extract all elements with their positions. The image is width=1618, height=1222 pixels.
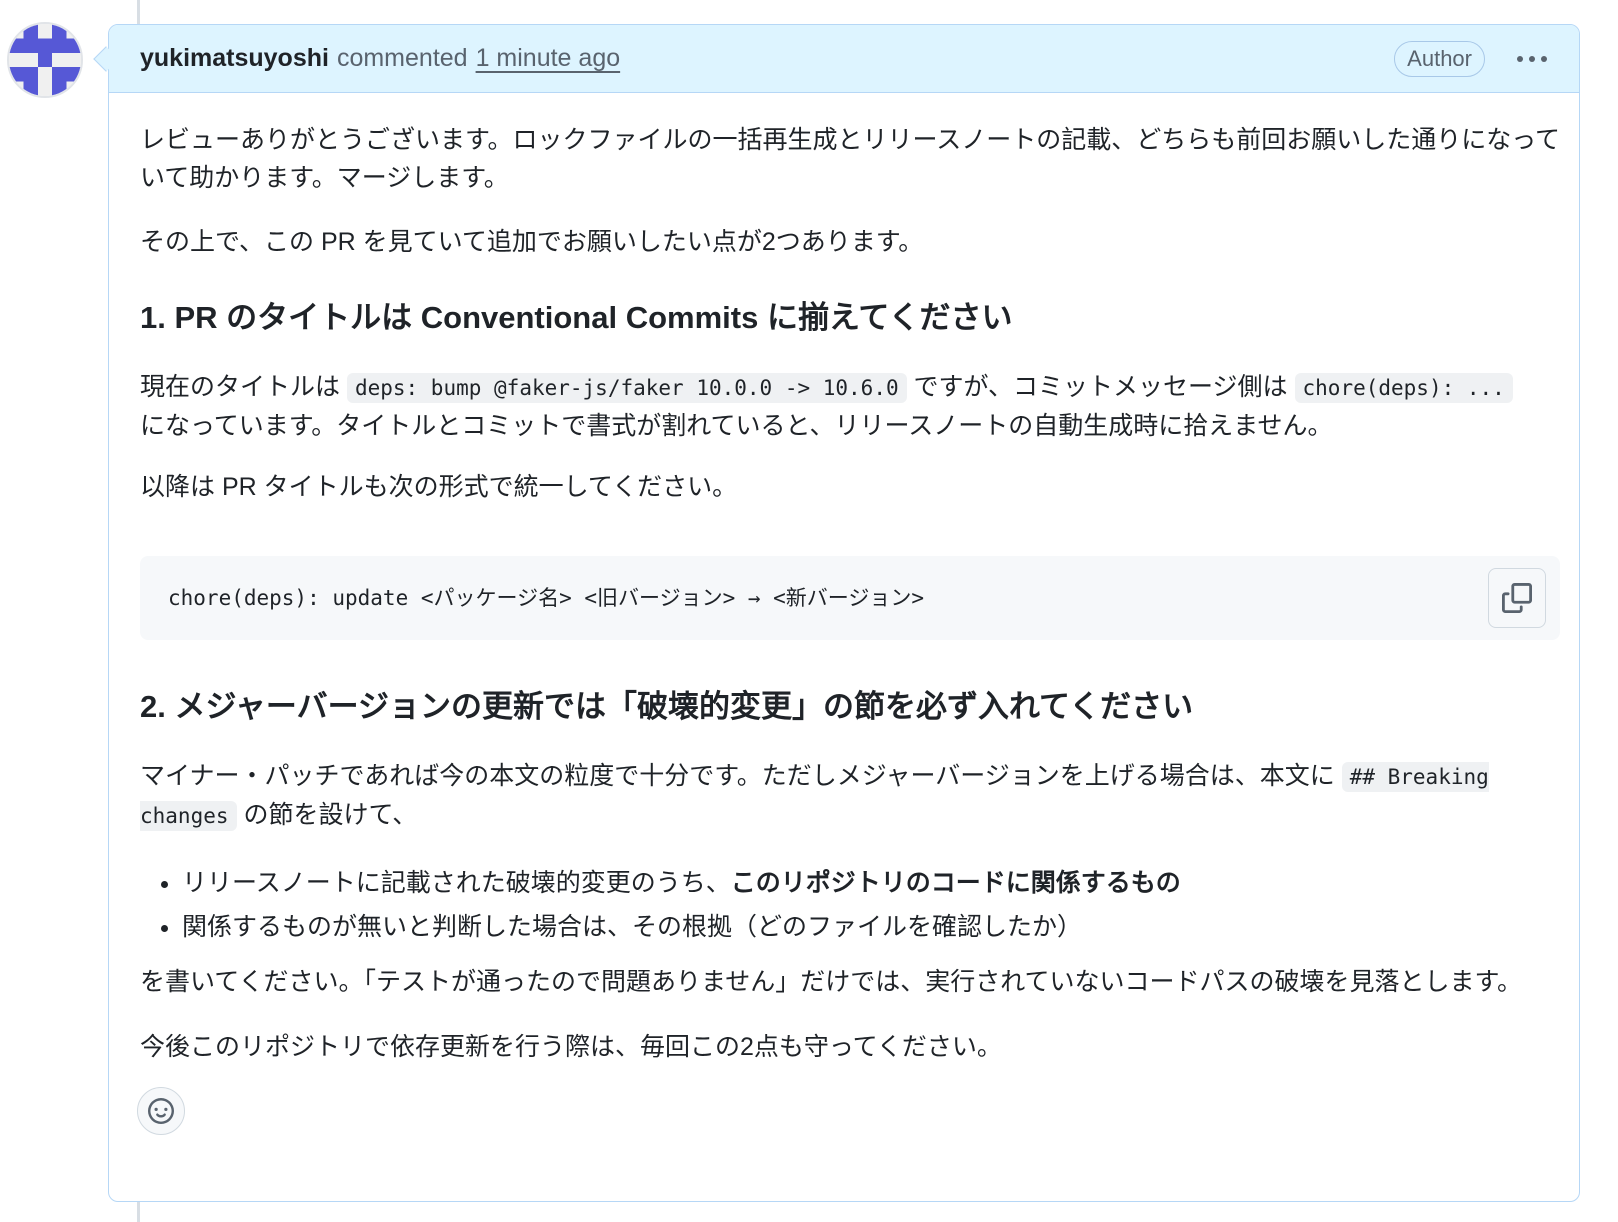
comment-action: commented	[336, 44, 468, 72]
comment-box: yukimatsuyoshi commented 1 minute ago Au…	[108, 24, 1580, 1202]
comment-header: yukimatsuyoshi commented 1 minute ago Au…	[109, 25, 1579, 93]
code-block: chore(deps): update <パッケージ名> <旧バージョン> → …	[140, 556, 1560, 640]
text-span: ですが、コミットメッセージ側は	[906, 373, 1295, 401]
copy-button[interactable]	[1488, 568, 1546, 628]
author-badge: Author	[1394, 40, 1485, 77]
identicon-icon	[9, 24, 81, 96]
paragraph: レビューありがとうございます。ロックファイルの一括再生成とリリースノートの記載、…	[140, 126, 1561, 192]
text-span: になっています。タイトルとコミットで書式が割れていると、リリースノートの自動生成…	[140, 412, 1333, 440]
heading-2: 2. メジャーバージョンの更新では「破壊的変更」の節を必ず入れてください	[140, 689, 1194, 724]
add-reaction-button[interactable]	[137, 1087, 185, 1135]
inline-code: chore(deps): ...	[1294, 373, 1513, 403]
list-item: 関係するものが無いと判断した場合は、その根拠（どのファイルを確認したか）	[182, 905, 1181, 949]
paragraph: その上で、この PR を見ていて追加でお願いしたい点が2つあります。	[140, 228, 924, 256]
paragraph: マイナー・パッチであれば今の本文の粒度で十分です。ただしメジャーバージョンを上げ…	[140, 757, 1560, 835]
text-span: マイナー・パッチであれば今の本文の粒度で十分です。ただしメジャーバージョンを上げ…	[140, 762, 1342, 790]
paragraph: を書いてください。「テストが通ったので問題ありません」だけでは、実行されていない…	[140, 968, 1523, 996]
text-span: の節を設けて、	[236, 801, 418, 829]
paragraph: 今後このリポジトリで依存更新を行う際は、毎回この2点も守ってください。	[140, 1033, 1002, 1061]
author-name[interactable]: yukimatsuyoshi	[140, 44, 329, 73]
paragraph: 現在のタイトルは deps: bump @faker-js/faker 10.0…	[140, 368, 1560, 445]
bullet-list: リリースノートに記載された破壊的変更のうち、このリポジトリのコードに関係するもの…	[140, 861, 1181, 949]
paragraph: 以降は PR タイトルも次の形式で統一してください。	[140, 473, 738, 501]
list-item: リリースノートに記載された破壊的変更のうち、このリポジトリのコードに関係するもの	[182, 861, 1181, 905]
smiley-icon	[148, 1098, 174, 1124]
inline-code: deps: bump @faker-js/faker 10.0.0 -> 10.…	[346, 373, 907, 403]
bold-text: このリポジトリのコードに関係するもの	[730, 869, 1181, 897]
heading-1: 1. PR のタイトルは Conventional Commits に揃えてくだ…	[140, 300, 1013, 335]
text-span: 現在のタイトルは	[140, 373, 347, 401]
text-span: リリースノートに記載された破壊的変更のうち、	[182, 869, 731, 897]
code-block-text: chore(deps): update <パッケージ名> <旧バージョン> → …	[168, 586, 925, 610]
kebab-horizontal-icon[interactable]	[1515, 52, 1549, 66]
timestamp-link[interactable]: 1 minute ago	[476, 44, 621, 73]
avatar[interactable]	[7, 22, 83, 98]
copy-icon	[1502, 583, 1532, 613]
